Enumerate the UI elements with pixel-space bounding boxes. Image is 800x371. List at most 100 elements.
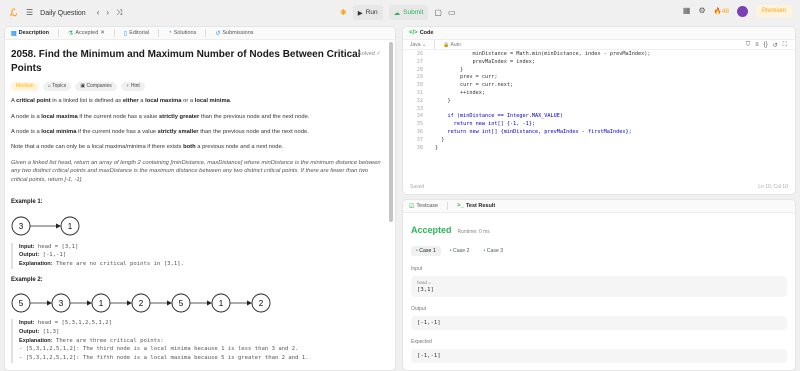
line-number: 28 [416, 66, 423, 73]
saved-status: Saved [410, 184, 425, 190]
next-problem-icon[interactable]: › [106, 9, 109, 17]
checkbox-icon: ☑ [409, 203, 415, 210]
code-line[interactable]: 29 prev = curr; [403, 74, 795, 82]
list-node-label: 3 [19, 222, 24, 231]
tab-submissions[interactable]: ↺ Submissions [215, 30, 253, 37]
history-icon: ↺ [215, 30, 221, 37]
code-text: prevMaIndex = index; [435, 58, 535, 65]
code-line[interactable]: 34 if (minDistance == Integer.MAX_VALUE) [403, 113, 795, 121]
code-line[interactable]: 38} [403, 145, 795, 153]
code-icon: </> [409, 30, 418, 36]
code-area[interactable]: 26 minDistance = Math.min(minDistance, i… [403, 51, 795, 152]
code-line[interactable]: 30 curr = curr.next; [403, 82, 795, 90]
paragraph: Given a linked list head, return an arra… [11, 159, 381, 183]
description-tabs: ▤ Description ⚗ Accepted ✕ ▯ Editorial ◔ Solu… [5, 27, 395, 40]
list-node-label: 2 [259, 299, 264, 308]
fullscreen-icon[interactable]: ⛶ [783, 42, 787, 49]
line-number: 37 [416, 136, 423, 143]
editor-tabs: </> Code [403, 27, 795, 40]
case-tab[interactable]: • Case 1 [411, 246, 441, 256]
reset-icon[interactable]: ↺ [773, 42, 778, 49]
flask-icon: ⚗ [67, 30, 74, 37]
leetcode-logo-icon[interactable]: ℒ [8, 8, 19, 19]
case-tab[interactable]: • Case 2 [445, 246, 475, 256]
code-text: prev = curr; [435, 74, 498, 81]
code-line[interactable]: 26 minDistance = Math.min(minDistance, i… [403, 51, 795, 59]
close-icon[interactable]: ✕ [100, 30, 105, 36]
list-node-label: 1 [219, 299, 224, 308]
code-line[interactable]: 32 } [403, 98, 795, 106]
code-line[interactable]: 33 [403, 106, 795, 114]
input-box: head = [3,1] [411, 276, 787, 297]
whiteboard-icon[interactable]: ▭ [448, 8, 456, 17]
tag-row: Medium ⌂ Topics ▣ Companies ♀ Hint [11, 82, 389, 92]
paragraph: A node is a local minima if the current … [11, 129, 309, 136]
braces-icon[interactable]: {} [764, 42, 768, 49]
line-number: 35 [416, 121, 423, 128]
code-text: if (minDistance == Integer.MAX_VALUE) [435, 113, 564, 120]
run-button[interactable]: ▶ Run [352, 5, 383, 20]
line-number: 36 [416, 128, 423, 135]
code-line[interactable]: 37 } [403, 137, 795, 145]
companies-tag[interactable]: ▣ Companies [75, 82, 117, 92]
paragraph: Note that a node can only be a local max… [11, 144, 284, 151]
avatar[interactable] [736, 5, 748, 17]
problem-list-title[interactable]: Daily Question [40, 10, 86, 17]
problem-content: 2058. Find the Minimum and Maximum Numbe… [5, 40, 395, 363]
code-line[interactable]: 35 return new int[] {-1, -1}; [403, 121, 795, 129]
divider [434, 40, 436, 49]
premium-button[interactable]: Premium [755, 5, 792, 17]
format-icon[interactable]: ≡ [755, 42, 759, 49]
code-text: return new int[] {minDistance, prevMaInd… [435, 128, 632, 135]
book-icon: ▯ [123, 30, 128, 37]
scrollbar[interactable] [389, 42, 393, 222]
output-box: [-1,-1] [411, 316, 787, 330]
code-line[interactable]: 31 ++index; [403, 90, 795, 98]
code-text: ++index; [435, 89, 485, 96]
arrow-head [167, 300, 172, 306]
arrow-head [56, 223, 61, 229]
notes-icon[interactable]: ▢ [434, 8, 442, 17]
tab-testcase[interactable]: ☑ Testcase [409, 203, 438, 210]
list-node-label: 1 [68, 222, 73, 231]
code-line[interactable]: 36 return new int[] {minDistance, prevMa… [403, 129, 795, 137]
description-panel: ▤ Description ⚗ Accepted ✕ ▯ Editorial ◔ Solu… [4, 26, 396, 371]
list-node-label: 5 [19, 299, 24, 308]
code-line[interactable]: 28 } [403, 67, 795, 75]
page-title[interactable]: 2058. Find the Minimum and Maximum Numbe… [11, 48, 361, 75]
tab-editorial[interactable]: ▯ Editorial [124, 30, 149, 37]
line-number: 26 [416, 51, 423, 57]
tab-code[interactable]: </> Code [409, 30, 433, 36]
code-text: } [435, 136, 445, 143]
tab-accepted[interactable]: ⚗ Accepted ✕ [68, 30, 105, 37]
expected-label: Expected [411, 339, 432, 345]
topics-tag[interactable]: ⌂ Topics [42, 82, 72, 92]
divider [205, 29, 207, 37]
case-tab[interactable]: • Case 3 [478, 246, 508, 256]
example-2-block: Input: head = [5,3,1,2,5,1,2] Output: [1… [11, 319, 389, 363]
shuffle-icon[interactable]: ⤨ [116, 9, 122, 17]
prev-problem-icon[interactable]: ‹ [97, 9, 100, 17]
bug-icon[interactable]: ✱ [340, 8, 347, 17]
code-text: minDistance = Math.min(minDistance, inde… [435, 51, 651, 57]
list-icon[interactable]: ☰ [26, 9, 33, 17]
arrow-head [47, 300, 52, 306]
tab-solutions[interactable]: ◔ Solutions [168, 30, 196, 36]
hint-tag[interactable]: ♀ Hint [120, 82, 145, 92]
example-2-diagram: 5 3 1 2 5 1 2 [11, 293, 271, 313]
list-node-label: 5 [179, 299, 184, 308]
cloud-upload-icon: ☁ [393, 9, 401, 17]
layout-icon[interactable]: ▦ [683, 7, 691, 15]
runtime-label: Runtime: 0 ms [457, 229, 490, 235]
streak-counter[interactable]: 🔥48 [714, 7, 729, 15]
bookmark-icon[interactable]: ⛉ [746, 42, 751, 49]
settings-icon[interactable]: ⚙ [698, 7, 705, 15]
code-text: curr = curr.next; [435, 82, 514, 89]
submit-button[interactable]: ☁ Submit [388, 5, 429, 20]
auto-mode[interactable]: 🔒 Auto [443, 42, 461, 48]
tab-test-result[interactable]: >_ Test Result [457, 203, 495, 209]
code-line[interactable]: 27 prevMaIndex = index; [403, 59, 795, 67]
language-select[interactable]: Java ⌄ [410, 42, 426, 48]
tab-description[interactable]: ▤ Description [11, 30, 49, 37]
line-number: 38 [416, 144, 423, 151]
